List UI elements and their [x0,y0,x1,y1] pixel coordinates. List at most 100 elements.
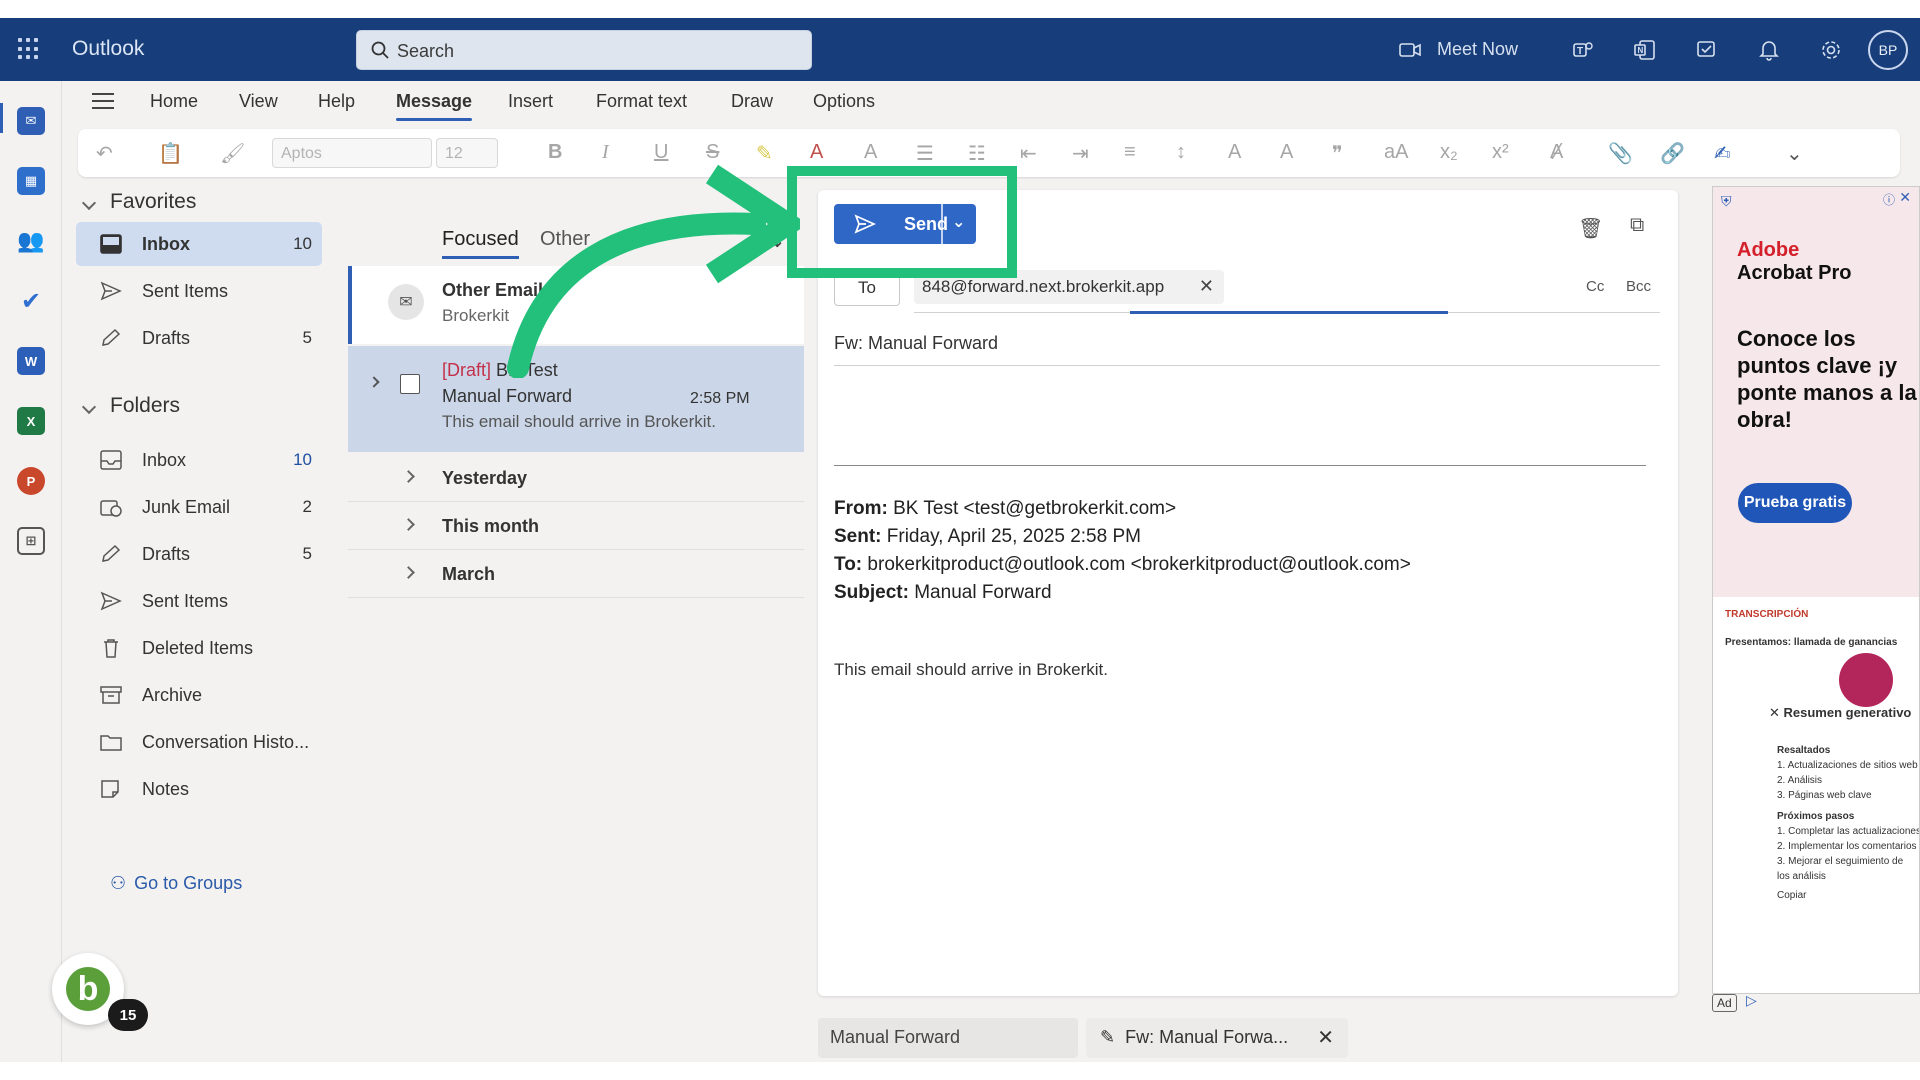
align-icon[interactable]: ≡ [1124,141,1136,164]
brokerkit-badge: 15 [108,999,148,1031]
open-item-tab-fw-draft[interactable]: ✎ Fw: Manual Forwa... ✕ [1086,1018,1348,1058]
folder-deleted-items[interactable]: Deleted Items [76,626,322,670]
clear-formatting-icon[interactable]: Ⱥ [1550,141,1563,164]
tab-home[interactable]: Home [150,91,198,112]
go-to-groups-link[interactable]: ⚇ Go to Groups [110,873,242,894]
chevron-down-icon[interactable] [81,399,97,415]
ad-next-item: 3. Mejorar el seguimiento de [1777,856,1904,867]
app-launcher-icon[interactable] [18,38,40,60]
word-icon[interactable]: W [17,347,45,375]
tab-options[interactable]: Options [813,91,875,112]
favorite-inbox[interactable]: Inbox 10 [76,222,322,266]
user-avatar[interactable]: BP [1868,29,1908,70]
my-day-icon[interactable] [1676,18,1738,81]
rtl-icon[interactable]: A [1280,141,1293,164]
powerpoint-icon[interactable]: P [17,467,45,495]
discard-trash-icon[interactable]: 🗑 [1578,216,1603,241]
tab-help[interactable]: Help [318,91,355,112]
font-color-icon[interactable]: A [810,141,823,164]
link-icon[interactable]: 🔗 [1660,141,1685,166]
chevron-right-icon [402,566,415,579]
ad-highlight-item: 3. Páginas web clave [1777,790,1872,801]
folder-archive[interactable]: Archive [76,673,322,717]
styles-icon[interactable]: A [864,141,877,164]
font-name-select[interactable]: Aptos [272,138,432,168]
font-size-select[interactable]: 12 [436,138,498,168]
more-apps-icon[interactable]: ⊞ [17,527,45,555]
bullets-icon[interactable]: ☰ [916,141,934,166]
todo-check-icon[interactable]: ✔ [17,287,45,315]
numbering-icon[interactable]: ☷ [968,141,986,166]
undo-icon[interactable]: ↶ [96,141,113,166]
subject-header-label: Subject: [834,582,909,603]
line-spacing-icon[interactable]: ↕ [1176,141,1186,164]
remove-recipient-icon[interactable]: ✕ [1199,276,1214,297]
sent-value: Friday, April 25, 2025 2:58 PM [886,526,1141,547]
ad-highlight-item: 1. Actualizaciones de sitios web [1777,760,1918,771]
tab-format-text[interactable]: Format text [596,91,687,112]
folder-drafts[interactable]: Drafts 5 [76,532,322,576]
info-icon[interactable]: ⓘ [1883,191,1895,208]
folders-title[interactable]: Folders [110,394,180,418]
adchoices-icon[interactable]: ▷ [1746,992,1757,1009]
format-painter-icon[interactable]: 🖌 [220,141,245,166]
mail-icon[interactable]: ✉ [17,107,45,135]
attach-paperclip-icon[interactable]: 📎 [1608,141,1633,166]
message-body[interactable]: This email should arrive in Brokerkit. [834,660,1108,680]
hamburger-menu-icon[interactable] [92,93,114,109]
folder-inbox[interactable]: Inbox 10 [76,438,322,482]
bcc-button[interactable]: Bcc [1626,278,1651,295]
ad-document-preview: TRANSCRIPCIÓN Presentamos: llamada de ga… [1713,597,1919,993]
onenote-icon[interactable]: N [1614,18,1676,81]
ltr-icon[interactable]: A [1228,141,1241,164]
teams-icon[interactable]: T [1552,18,1614,81]
group-march[interactable]: March [348,550,804,598]
select-checkbox[interactable] [400,374,420,394]
pencil-icon [102,328,121,346]
favorite-drafts[interactable]: Drafts 5 [76,316,322,360]
people-icon[interactable]: 👥 [17,227,45,255]
ad-brand-line2: Acrobat Pro [1737,262,1852,284]
quote-icon[interactable]: ❞ [1332,141,1343,166]
favorites-title[interactable]: Favorites [110,190,196,214]
folder-conversation-history[interactable]: Conversation Histo... [76,720,322,764]
signature-icon[interactable]: ✍ [1714,141,1731,166]
more-options-icon[interactable]: ⌄ [1786,141,1803,166]
tab-view[interactable]: View [239,91,278,112]
decrease-indent-icon[interactable]: ⇤ [1020,141,1037,166]
folder-label: Junk Email [142,497,231,517]
ad-cta-button[interactable]: Prueba gratis [1738,483,1852,523]
close-ad-icon[interactable]: ✕ [1899,189,1911,206]
envelope-icon: ✉ [388,284,424,320]
search-box[interactable]: Search [356,30,812,70]
chevron-down-icon[interactable] [81,195,97,211]
group-yesterday[interactable]: Yesterday [348,454,804,502]
subscript-icon[interactable]: x₂ [1440,141,1458,164]
tab-draw[interactable]: Draw [731,91,773,112]
excel-icon[interactable]: X [17,407,45,435]
folder-junk-email[interactable]: Junk Email 2 [76,485,322,529]
folder-notes[interactable]: Notes [76,767,322,811]
open-item-tab-manual-forward[interactable]: Manual Forward [818,1018,1078,1058]
folder-sent-items[interactable]: Sent Items [76,579,322,623]
cc-button[interactable]: Cc [1586,278,1604,295]
close-icon[interactable]: ✕ [1317,1025,1334,1050]
favorite-sent-items[interactable]: Sent Items [76,269,322,313]
meet-now-button[interactable]: Meet Now [1399,39,1518,60]
paste-icon[interactable]: 📋 [158,141,183,166]
pop-out-icon[interactable]: ⧉ [1630,214,1644,237]
tab-insert[interactable]: Insert [508,91,553,112]
tab-message[interactable]: Message [396,91,473,121]
group-this-month[interactable]: This month [348,502,804,550]
superscript-icon[interactable]: x² [1492,141,1509,164]
subject-field[interactable]: Fw: Manual Forward [834,333,998,354]
subject-header-value: Manual Forward [914,582,1052,603]
chevron-right-icon[interactable] [368,376,380,388]
settings-gear-icon[interactable] [1800,18,1862,81]
increase-indent-icon[interactable]: ⇥ [1072,141,1089,166]
ad-doc-label: TRANSCRIPCIÓN [1725,609,1809,620]
notifications-bell-icon[interactable] [1738,18,1800,81]
ad-panel[interactable]: ⛨ ⓘ ✕ Adobe Acrobat Pro Conoce los punto… [1712,186,1920,994]
change-case-icon[interactable]: aA [1384,141,1408,164]
calendar-icon[interactable]: ▦ [17,167,45,195]
